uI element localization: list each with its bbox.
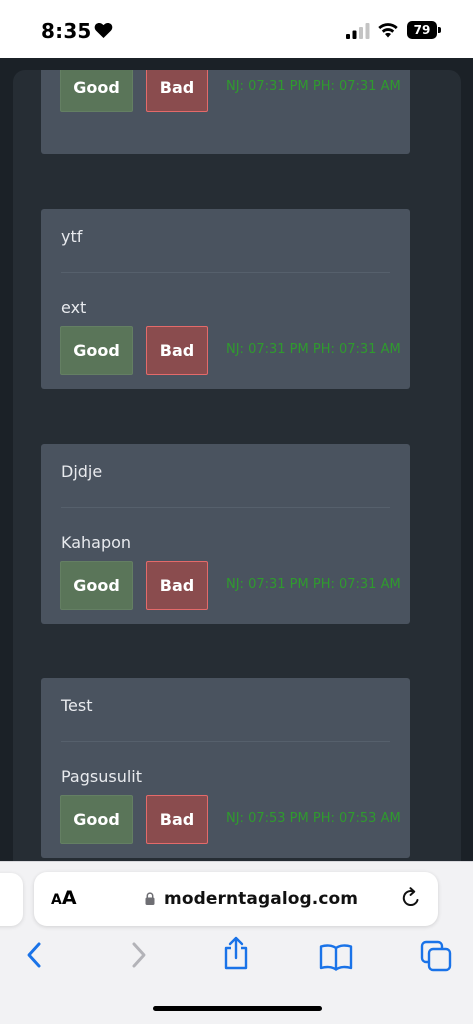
lock-icon <box>145 892 155 905</box>
card: Test Pagsusulit Good Bad NJ: 07:53 PM PH… <box>41 678 410 858</box>
card-subtitle: Kahapon <box>61 533 132 552</box>
back-icon[interactable] <box>24 941 46 969</box>
battery-level: 79 <box>407 21 437 39</box>
card-divider <box>61 507 390 508</box>
status-time: 8:35 <box>41 19 92 43</box>
forward-icon[interactable] <box>127 941 149 969</box>
card-divider <box>61 272 390 273</box>
card: ytf ext Good Bad NJ: 07:31 PM PH: 07:31 … <box>41 209 410 389</box>
home-indicator[interactable] <box>153 1006 322 1011</box>
bad-button[interactable]: Bad <box>146 795 208 844</box>
heart-icon <box>94 22 113 39</box>
bad-button[interactable]: Bad <box>146 561 208 610</box>
browser-toolbar: AA moderntagalog.com <box>0 861 473 1024</box>
bookmarks-icon[interactable] <box>318 943 354 971</box>
bad-button[interactable]: Bad <box>146 70 208 112</box>
url-text: moderntagalog.com <box>164 889 359 909</box>
reader-options-button[interactable]: AA <box>51 887 77 909</box>
card-divider <box>61 741 390 742</box>
bad-button[interactable]: Bad <box>146 326 208 375</box>
card-title: Djdje <box>61 462 103 481</box>
good-button[interactable]: Good <box>60 795 133 844</box>
content-panel: Good Bad NJ: 07:31 PM PH: 07:31 AM ytf e… <box>13 70 461 861</box>
card-title: Test <box>61 696 93 715</box>
tabs-icon[interactable] <box>420 940 452 972</box>
share-icon[interactable] <box>222 936 250 970</box>
card-subtitle: ext <box>61 298 87 317</box>
timestamp: NJ: 07:53 PM PH: 07:53 AM <box>226 811 401 826</box>
timestamp: NJ: 07:31 PM PH: 07:31 AM <box>226 79 401 94</box>
card-title: ytf <box>61 227 83 246</box>
good-button[interactable]: Good <box>60 70 133 112</box>
reload-icon[interactable] <box>400 887 422 909</box>
battery-cap <box>438 27 441 33</box>
timestamp: NJ: 07:31 PM PH: 07:31 AM <box>226 342 401 357</box>
battery-icon: 79 <box>407 21 441 39</box>
wifi-icon <box>378 23 398 38</box>
card: Good Bad NJ: 07:31 PM PH: 07:31 AM <box>41 70 410 154</box>
good-button[interactable]: Good <box>60 326 133 375</box>
aa-large: A <box>61 887 77 909</box>
address-bar[interactable]: AA moderntagalog.com <box>34 872 438 926</box>
previous-tab-preview[interactable] <box>0 873 23 926</box>
timestamp: NJ: 07:31 PM PH: 07:31 AM <box>226 577 401 592</box>
card: Djdje Kahapon Good Bad NJ: 07:31 PM PH: … <box>41 444 410 624</box>
page-content[interactable]: Good Bad NJ: 07:31 PM PH: 07:31 AM ytf e… <box>0 58 473 861</box>
signal-icon <box>346 23 370 39</box>
aa-small: A <box>51 892 62 908</box>
good-button[interactable]: Good <box>60 561 133 610</box>
status-bar: 8:35 79 <box>0 0 473 58</box>
card-subtitle: Pagsusulit <box>61 767 143 786</box>
